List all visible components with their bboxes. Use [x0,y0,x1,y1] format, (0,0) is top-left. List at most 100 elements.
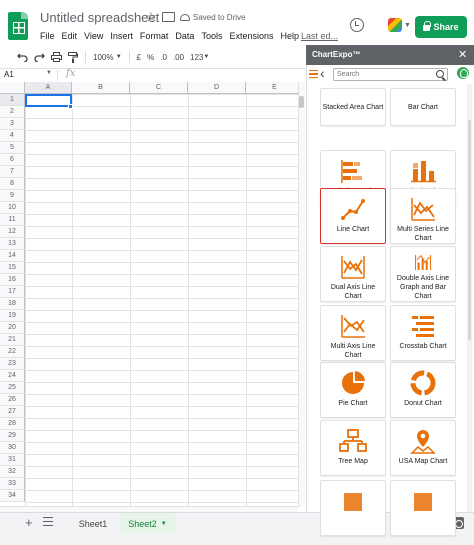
percent-format-button[interactable]: % [144,50,157,64]
row-header[interactable]: 15 [0,262,25,274]
panel-scrollbar-thumb[interactable] [468,120,471,340]
row-header[interactable]: 3 [0,118,25,130]
row-header[interactable]: 16 [0,274,25,286]
menu-file[interactable]: File [40,31,55,41]
chevron-down-icon[interactable]: ▼ [161,521,167,527]
sheet-tab-sheet2[interactable]: Sheet2 ▼ [120,513,175,534]
version-history-icon[interactable] [350,18,364,32]
menu-help[interactable]: Help [280,31,299,41]
meet-icon[interactable] [388,18,402,32]
row-header[interactable]: 31 [0,454,25,466]
row-header[interactable]: 4 [0,130,25,142]
chart-card[interactable] [320,480,386,536]
chart-card[interactable]: Multi Series Line Chart [390,188,456,244]
all-sheets-icon[interactable] [43,517,53,526]
selected-cell[interactable] [25,94,72,107]
row-header[interactable]: 6 [0,154,25,166]
row-header[interactable]: 30 [0,442,25,454]
close-icon[interactable]: ✕ [458,48,467,61]
profile-icon[interactable] [457,67,469,79]
menu-edit[interactable]: Edit [62,31,78,41]
back-chevron-icon[interactable]: ‹ [320,65,325,81]
menu-extensions[interactable]: Extensions [229,31,273,41]
row-header[interactable]: 13 [0,238,25,250]
chart-card[interactable]: Line Chart [320,188,386,244]
menu-tools[interactable]: Tools [201,31,222,41]
row-header[interactable]: 20 [0,322,25,334]
vertical-scrollbar[interactable] [298,82,305,507]
row-header[interactable]: 14 [0,250,25,262]
zoom-select[interactable]: 100% ▼ [90,50,125,64]
row-header[interactable]: 24 [0,370,25,382]
row-header[interactable]: 28 [0,418,25,430]
name-box[interactable]: A1 [4,70,14,79]
chart-card[interactable]: Crosstab Chart [390,305,456,361]
row-header[interactable]: 22 [0,346,25,358]
hamburger-menu-icon[interactable] [309,70,318,78]
sheets-logo-icon[interactable] [8,12,28,40]
row-header[interactable]: 19 [0,310,25,322]
more-formats-select[interactable]: 123 ▼ [187,50,212,64]
menu-view[interactable]: View [84,31,103,41]
select-all-corner[interactable] [0,82,25,94]
row-header[interactable]: 9 [0,190,25,202]
decrease-decimal-button[interactable]: .0 [157,50,170,64]
chart-card[interactable]: Double Axis Line Graph and Bar Chart [390,246,456,302]
redo-icon[interactable] [31,50,48,64]
row-header[interactable]: 12 [0,226,25,238]
cell-area[interactable] [25,94,298,507]
row-header[interactable]: 1 [0,94,25,106]
row-header[interactable]: 29 [0,430,25,442]
chart-card[interactable]: Bar Chart [390,88,456,126]
menu-insert[interactable]: Insert [110,31,133,41]
column-header-a[interactable]: A [25,82,72,94]
add-sheet-icon[interactable]: + [25,515,33,530]
print-icon[interactable] [48,50,65,64]
row-header[interactable]: 7 [0,166,25,178]
row-header[interactable]: 34 [0,490,25,502]
last-edit-link[interactable]: Last ed... [301,31,338,41]
document-title[interactable]: Untitled spreadsheet [40,10,159,25]
share-button[interactable]: Share [415,16,467,38]
spreadsheet-grid[interactable]: A B C D E 1 2 3 4 5 6 7 8 9 10 11 12 13 14 15 16 17 18 19 2… [0,82,298,507]
chart-card[interactable]: USA Map Chart [390,420,456,476]
row-header[interactable]: 11 [0,214,25,226]
chart-card[interactable]: Dual Axis Line Chart [320,246,386,302]
star-icon[interactable]: ☆ [145,9,157,25]
currency-format-button[interactable]: £ [134,50,144,64]
row-header[interactable]: 10 [0,202,25,214]
row-header[interactable]: 33 [0,478,25,490]
row-header[interactable]: 21 [0,334,25,346]
fill-handle[interactable] [68,104,73,109]
row-header[interactable]: 18 [0,298,25,310]
column-header-b[interactable]: B [72,82,130,94]
chevron-down-icon[interactable]: ▼ [46,70,52,76]
chart-search-input[interactable]: Search [333,68,448,81]
menu-data[interactable]: Data [175,31,194,41]
row-header[interactable]: 17 [0,286,25,298]
row-header[interactable]: 25 [0,382,25,394]
scrollbar-thumb[interactable] [299,96,304,108]
menu-format[interactable]: Format [140,31,169,41]
column-header-e[interactable]: E [246,82,298,94]
row-header[interactable]: 2 [0,106,25,118]
undo-icon[interactable] [14,50,31,64]
increase-decimal-button[interactable]: .00 [170,50,187,64]
row-header[interactable]: 5 [0,142,25,154]
chart-card[interactable]: Pie Chart [320,362,386,418]
move-folder-icon[interactable] [162,12,175,22]
row-header[interactable]: 23 [0,358,25,370]
column-header-c[interactable]: C [130,82,188,94]
search-icon[interactable] [436,70,444,78]
chart-card[interactable]: Donut Chart [390,362,456,418]
paint-format-icon[interactable] [65,50,81,64]
chart-card[interactable] [390,480,456,536]
chart-card[interactable]: Multi Axis Line Chart [320,305,386,361]
chevron-down-icon[interactable]: ▼ [404,22,411,29]
sheet-tab-sheet1[interactable]: Sheet1 [68,513,118,534]
row-header[interactable]: 27 [0,406,25,418]
chart-card[interactable]: Stacked Area Chart [320,88,386,126]
column-header-d[interactable]: D [188,82,246,94]
row-header[interactable]: 32 [0,466,25,478]
chart-card[interactable]: Tree Map [320,420,386,476]
